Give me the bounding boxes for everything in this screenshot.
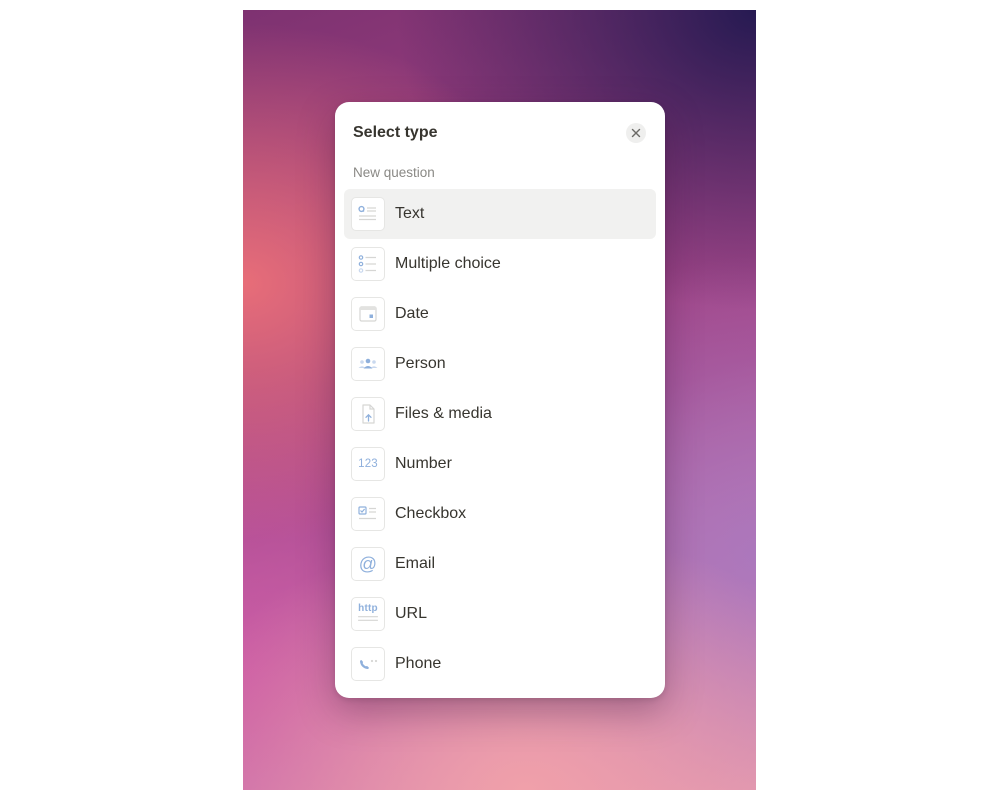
select-type-dialog: Select type New question Text Multiple c… <box>335 102 665 698</box>
multiple-choice-icon <box>351 247 385 281</box>
people-icon <box>351 347 385 381</box>
option-label: Number <box>395 455 452 472</box>
type-option-text[interactable]: Text <box>344 189 656 239</box>
dialog-title: Select type <box>353 124 438 141</box>
type-option-number[interactable]: 123 Number <box>344 439 656 489</box>
at-sign-icon: @ <box>351 547 385 581</box>
type-option-multiple-choice[interactable]: Multiple choice <box>344 239 656 289</box>
type-option-person[interactable]: Person <box>344 339 656 389</box>
type-option-phone[interactable]: Phone <box>344 639 656 689</box>
url-icon-text: http <box>358 603 378 614</box>
option-label: URL <box>395 605 428 622</box>
calendar-icon <box>351 297 385 331</box>
option-label: Text <box>395 205 425 222</box>
question-type-list: Text Multiple choice Date Person Files &… <box>344 189 656 689</box>
at-sign-icon-text: @ <box>358 553 378 574</box>
type-option-url[interactable]: http URL <box>344 589 656 639</box>
option-label: Files & media <box>395 405 492 422</box>
text-field-icon <box>351 197 385 231</box>
type-option-files-media[interactable]: Files & media <box>344 389 656 439</box>
type-option-email[interactable]: @ Email <box>344 539 656 589</box>
option-label: Date <box>395 305 429 322</box>
url-icon: http <box>351 597 385 631</box>
dialog-header: Select type <box>353 122 647 144</box>
type-option-date[interactable]: Date <box>344 289 656 339</box>
option-label: Checkbox <box>395 505 467 522</box>
option-label: Multiple choice <box>395 255 501 272</box>
close-button[interactable] <box>626 123 646 143</box>
checkbox-icon <box>351 497 385 531</box>
option-label: Person <box>395 355 446 372</box>
file-upload-icon <box>351 397 385 431</box>
phone-icon <box>351 647 385 681</box>
number-icon-text: 123 <box>358 458 378 470</box>
close-icon <box>631 128 641 138</box>
number-icon: 123 <box>351 447 385 481</box>
option-label: Email <box>395 555 436 572</box>
type-option-checkbox[interactable]: Checkbox <box>344 489 656 539</box>
section-label: New question <box>353 165 435 180</box>
option-label: Phone <box>395 655 442 672</box>
